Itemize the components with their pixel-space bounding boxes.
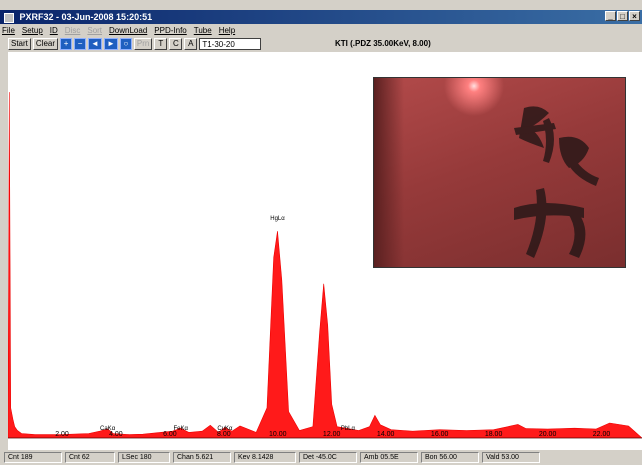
x-tick-label: 22.00: [593, 431, 611, 438]
window-title: PXRF32 - 03-Jun-2008 15:20:51: [19, 12, 153, 22]
x-tick-label: 2.00: [55, 431, 69, 438]
x-tick-label: 14.00: [377, 431, 395, 438]
minimize-button[interactable]: _: [605, 11, 616, 21]
app-icon: [4, 12, 14, 23]
print-button: Prn: [133, 38, 153, 50]
peak-label: FeKα: [173, 426, 188, 432]
t-button[interactable]: T: [154, 38, 168, 50]
status-channel: Chan 5.621: [173, 452, 231, 463]
status-ambient: Amb 05.5E: [360, 452, 418, 463]
photo-shadow: [374, 78, 404, 267]
x-tick-label: 4.00: [109, 431, 123, 438]
toolbar: Start Clear + − ◄ ► ○ Prn T C A: [0, 37, 642, 51]
start-button[interactable]: Start: [8, 38, 31, 50]
x-tick-label: 20.00: [539, 431, 557, 438]
title-bar: PXRF32 - 03-Jun-2008 15:20:51 _ □ ×: [0, 10, 642, 24]
status-bon: Bon 56.00: [421, 452, 479, 463]
menu-download[interactable]: DownLoad: [109, 26, 147, 35]
menu-disc: Disc: [64, 25, 81, 35]
x-tick-label: 6.00: [163, 431, 177, 438]
zoom-out-icon[interactable]: −: [74, 38, 87, 50]
status-kev: Kev 8.1428: [234, 452, 296, 463]
menu-file[interactable]: File: [2, 26, 15, 35]
reset-view-icon[interactable]: ○: [119, 38, 132, 50]
x-tick-label: 12.00: [323, 431, 341, 438]
calligraphy-strokes: [514, 106, 599, 258]
close-button[interactable]: ×: [629, 11, 640, 21]
peak-label: CuKα: [217, 426, 233, 432]
zoom-in-icon[interactable]: +: [60, 38, 73, 50]
maximize-button[interactable]: □: [617, 11, 628, 21]
photo-inset: [373, 77, 626, 268]
clear-button[interactable]: Clear: [32, 38, 59, 50]
menu-help[interactable]: Help: [219, 26, 235, 35]
x-tick-label: 16.00: [431, 431, 449, 438]
scroll-right-icon[interactable]: ►: [103, 38, 118, 50]
window-controls: _ □ ×: [605, 11, 640, 21]
a-button[interactable]: A: [184, 38, 198, 50]
status-detector-temp: Det -45.0C: [299, 452, 357, 463]
peak-label: PbLα: [341, 426, 356, 432]
x-tick-label: 8.00: [217, 431, 231, 438]
x-tick-label: 18.00: [485, 431, 503, 438]
status-count-total: Cnt 189: [4, 452, 62, 463]
status-count-region: Cnt 62: [65, 452, 115, 463]
status-bar: Cnt 189 Cnt 62 LSec 180 Chan 5.621 Kev 8…: [0, 450, 642, 465]
menu-bar: File Setup ID Disc Sort DownLoad PPD-Inf…: [0, 24, 642, 36]
peak-label: HgLα: [270, 216, 285, 222]
spectrum-title: KTI (.PDZ 35.00KeV, 8.00): [335, 39, 431, 48]
menu-tube[interactable]: Tube: [194, 26, 212, 35]
peak-label: CaKα: [100, 426, 116, 432]
status-vald: Vald 53.00: [482, 452, 540, 463]
menu-id[interactable]: ID: [50, 26, 58, 35]
menu-ppd-info[interactable]: PPD-Info: [154, 26, 186, 35]
menu-sort: Sort: [87, 25, 103, 35]
status-live-seconds: LSec 180: [118, 452, 170, 463]
menu-setup[interactable]: Setup: [22, 26, 43, 35]
x-tick-label: 10.00: [269, 431, 287, 438]
scroll-left-icon[interactable]: ◄: [88, 38, 102, 50]
sample-name-input[interactable]: [199, 38, 262, 50]
c-button[interactable]: C: [169, 38, 183, 50]
